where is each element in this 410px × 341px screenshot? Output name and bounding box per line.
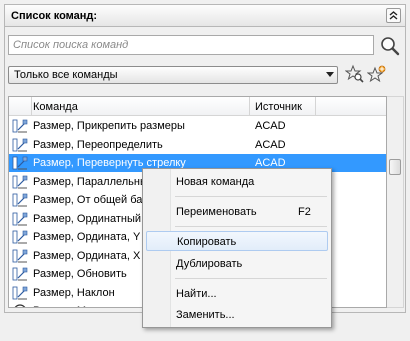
dim-associate-icon bbox=[12, 118, 28, 134]
dim-center-mark-icon bbox=[12, 303, 28, 307]
table-row[interactable]: Размер, Переопределить ACAD bbox=[9, 136, 386, 154]
column-divider bbox=[249, 97, 250, 115]
menu-item-label: Переименовать bbox=[176, 206, 257, 218]
double-chevron-up-icon bbox=[389, 11, 398, 20]
dim-flip-arrow-icon bbox=[12, 155, 28, 171]
column-header-source[interactable]: Источник bbox=[255, 101, 302, 113]
command-list-panel: Список команд: Только все команды bbox=[0, 0, 410, 341]
search-button[interactable] bbox=[379, 35, 401, 57]
menu-item-replace[interactable]: Заменить... bbox=[146, 305, 328, 325]
menu-separator bbox=[175, 278, 327, 279]
scrollbar-thumb[interactable] bbox=[389, 159, 401, 175]
context-menu: Новая команда Переименовать F2 Копироват… bbox=[142, 168, 332, 328]
command-name: Размер, Ордината, Y bbox=[33, 231, 141, 243]
menu-item-copy[interactable]: Копировать bbox=[146, 231, 328, 251]
search-icon bbox=[381, 37, 400, 56]
menu-separator bbox=[175, 226, 327, 227]
filter-dropdown[interactable]: Только все команды bbox=[8, 66, 338, 84]
command-source: ACAD bbox=[255, 120, 286, 132]
menu-item-label: Копировать bbox=[177, 236, 237, 248]
command-name: Размер, Маркер цент bbox=[33, 305, 142, 307]
command-name: Размер, Параллельный bbox=[33, 175, 155, 188]
command-name: Размер, От общей ба bbox=[33, 194, 143, 206]
panel-title: Список команд: bbox=[11, 10, 98, 22]
filter-selected-value: Только все команды bbox=[14, 69, 118, 81]
dim-aligned-icon bbox=[12, 174, 28, 190]
dim-ordinate-x-icon bbox=[12, 248, 28, 264]
menu-item-shortcut: F2 bbox=[298, 206, 311, 218]
dim-ordinate-icon bbox=[12, 211, 28, 227]
command-name: Размер, Переопределить bbox=[33, 138, 163, 151]
menu-item-label: Найти... bbox=[176, 288, 217, 300]
column-divider bbox=[31, 97, 32, 115]
column-header-command[interactable]: Команда bbox=[33, 101, 78, 113]
command-name: Размер, Ордината, X bbox=[33, 249, 141, 262]
menu-item-new-command[interactable]: Новая команда bbox=[146, 172, 328, 192]
menu-item-label: Дублировать bbox=[176, 258, 243, 270]
search-field[interactable] bbox=[8, 35, 374, 55]
collapse-button[interactable] bbox=[386, 8, 401, 23]
column-divider bbox=[315, 97, 316, 115]
dim-ordinate-y-icon bbox=[12, 229, 28, 245]
new-command-star-icon bbox=[366, 65, 386, 83]
table-row[interactable]: Размер, Прикрепить размеры ACAD bbox=[9, 117, 386, 135]
dim-override-icon bbox=[12, 137, 28, 153]
dim-update-icon bbox=[12, 266, 28, 282]
menu-item-duplicate[interactable]: Дублировать bbox=[146, 254, 328, 274]
command-name: Размер, Обновить bbox=[33, 268, 127, 280]
command-source: ACAD bbox=[255, 138, 286, 151]
chevron-down-icon bbox=[326, 72, 334, 77]
dim-baseline-icon bbox=[12, 192, 28, 208]
menu-item-find[interactable]: Найти... bbox=[146, 284, 328, 304]
command-name: Размер, Ординатный bbox=[33, 212, 142, 225]
list-header: Команда Источник bbox=[9, 97, 386, 116]
menu-item-rename[interactable]: Переименовать F2 bbox=[146, 202, 328, 222]
star-search-icon bbox=[344, 64, 364, 83]
command-name: Размер, Наклон bbox=[33, 286, 115, 299]
menu-item-label: Новая команда bbox=[176, 176, 255, 188]
panel-header: Список команд: bbox=[4, 4, 406, 27]
search-input[interactable] bbox=[9, 36, 373, 54]
menu-separator bbox=[175, 196, 327, 197]
new-command-button[interactable] bbox=[366, 64, 387, 84]
dim-oblique-icon bbox=[12, 285, 28, 301]
command-name: Размер, Прикрепить размеры bbox=[33, 120, 185, 132]
vertical-scrollbar[interactable] bbox=[387, 96, 404, 308]
menu-item-label: Заменить... bbox=[176, 309, 235, 321]
star-search-button[interactable] bbox=[344, 64, 365, 84]
